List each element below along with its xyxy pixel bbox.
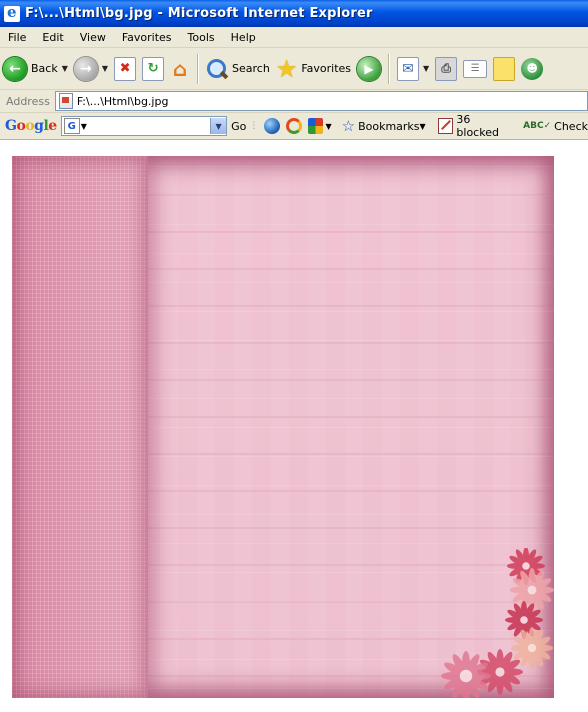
bookmarks-button[interactable]: Bookmarks <box>358 120 419 133</box>
internet-explorer-icon <box>4 3 20 22</box>
menu-tools[interactable]: Tools <box>180 31 223 44</box>
favorites-star-icon: ★ <box>275 54 298 83</box>
bookmarks-star-icon[interactable]: ☆ <box>342 117 355 135</box>
messenger-people-icon: ☻ <box>521 57 544 80</box>
stop-button[interactable]: ✖ <box>111 51 139 87</box>
spellcheck-icon[interactable]: ABC✓ <box>523 121 551 131</box>
toolbar-separator <box>197 53 200 84</box>
address-label: Address <box>6 94 50 108</box>
edit-button[interactable]: ☰ <box>460 51 490 87</box>
back-arrow-icon: ← <box>3 56 27 81</box>
google-search-input[interactable]: G ▼ ▼ <box>60 116 228 136</box>
popups-blocked-count[interactable]: 36 blocked <box>456 113 515 139</box>
edit-page-icon: ☰ <box>463 59 488 78</box>
google-toolbar: Google G ▼ ▼ Go ⋮ ▼ ☆ Bookmarks ▼ 36 blo… <box>0 113 588 140</box>
forward-dropdown-icon[interactable]: ▼ <box>102 64 108 73</box>
address-bar: Address F:\...\Html\bg.jpg <box>0 90 588 113</box>
mail-button[interactable]: ✉ ▼ <box>394 51 432 87</box>
google-go-button[interactable]: Go <box>231 120 246 133</box>
standard-toolbar: ← Back ▼ → ▼ ✖ ↻ ⌂ Search ★ Favorites ▶ … <box>0 48 588 90</box>
address-input[interactable]: F:\...\Html\bg.jpg <box>54 91 588 111</box>
print-button[interactable]: ⎙ <box>432 51 460 87</box>
search-button[interactable]: Search <box>203 51 273 87</box>
google-logo[interactable]: Google <box>5 118 57 134</box>
menu-edit[interactable]: Edit <box>34 31 71 44</box>
notes-button[interactable] <box>490 51 518 87</box>
pagerank-swirl-icon[interactable] <box>286 118 302 134</box>
toolbar-separator <box>388 53 391 84</box>
back-label: Back <box>31 62 58 75</box>
mail-icon: ✉ <box>397 56 420 81</box>
toolbar-grip-icon: ⋮ <box>249 121 259 131</box>
google-g-dropdown-icon[interactable]: ▼ <box>81 122 87 131</box>
refresh-button[interactable]: ↻ <box>139 51 167 87</box>
address-value[interactable]: F:\...\Html\bg.jpg <box>77 95 169 108</box>
menu-view[interactable]: View <box>72 31 114 44</box>
news-box-icon[interactable] <box>307 118 324 134</box>
page-image-icon <box>58 93 73 109</box>
home-icon: ⌂ <box>172 56 188 81</box>
check-button[interactable]: Check <box>554 120 588 133</box>
window-title: F:\...\Html\bg.jpg - Microsoft Internet … <box>25 6 373 21</box>
stop-icon: ✖ <box>114 56 137 81</box>
page-content <box>0 140 588 712</box>
flower-cluster-decoration <box>441 548 554 698</box>
google-g-icon[interactable]: G <box>63 118 80 134</box>
media-icon: ▶ <box>357 56 382 81</box>
sticky-note-icon <box>493 56 516 81</box>
plaid-stripe-panel <box>12 156 148 698</box>
menu-favorites[interactable]: Favorites <box>114 31 180 44</box>
home-button[interactable]: ⌂ <box>167 51 193 87</box>
print-icon: ⎙ <box>435 56 458 81</box>
globe-icon[interactable] <box>264 118 281 134</box>
favorites-button[interactable]: ★ Favorites <box>273 51 354 87</box>
forward-arrow-icon: → <box>73 56 98 81</box>
back-dropdown-icon[interactable]: ▼ <box>62 64 68 73</box>
google-buttons-dropdown-icon[interactable]: ▼ <box>325 122 331 131</box>
background-image <box>12 156 554 698</box>
messenger-button[interactable]: ☻ <box>518 51 546 87</box>
search-label: Search <box>232 62 270 75</box>
favorites-label: Favorites <box>301 62 352 75</box>
popup-blocker-icon[interactable] <box>437 118 454 134</box>
mail-dropdown-icon[interactable]: ▼ <box>423 64 429 73</box>
menu-help[interactable]: Help <box>223 31 264 44</box>
back-button[interactable]: ← Back ▼ <box>0 51 71 87</box>
title-bar[interactable]: F:\...\Html\bg.jpg - Microsoft Internet … <box>0 0 588 27</box>
refresh-icon: ↻ <box>142 56 165 81</box>
search-icon <box>206 58 228 80</box>
menu-bar: File Edit View Favorites Tools Help <box>0 27 588 48</box>
bookmarks-dropdown-icon[interactable]: ▼ <box>420 122 426 131</box>
forward-button[interactable]: → ▼ <box>71 51 111 87</box>
google-search-dropdown-icon[interactable]: ▼ <box>210 118 227 134</box>
media-button[interactable]: ▶ <box>354 51 384 87</box>
menu-file[interactable]: File <box>0 31 34 44</box>
